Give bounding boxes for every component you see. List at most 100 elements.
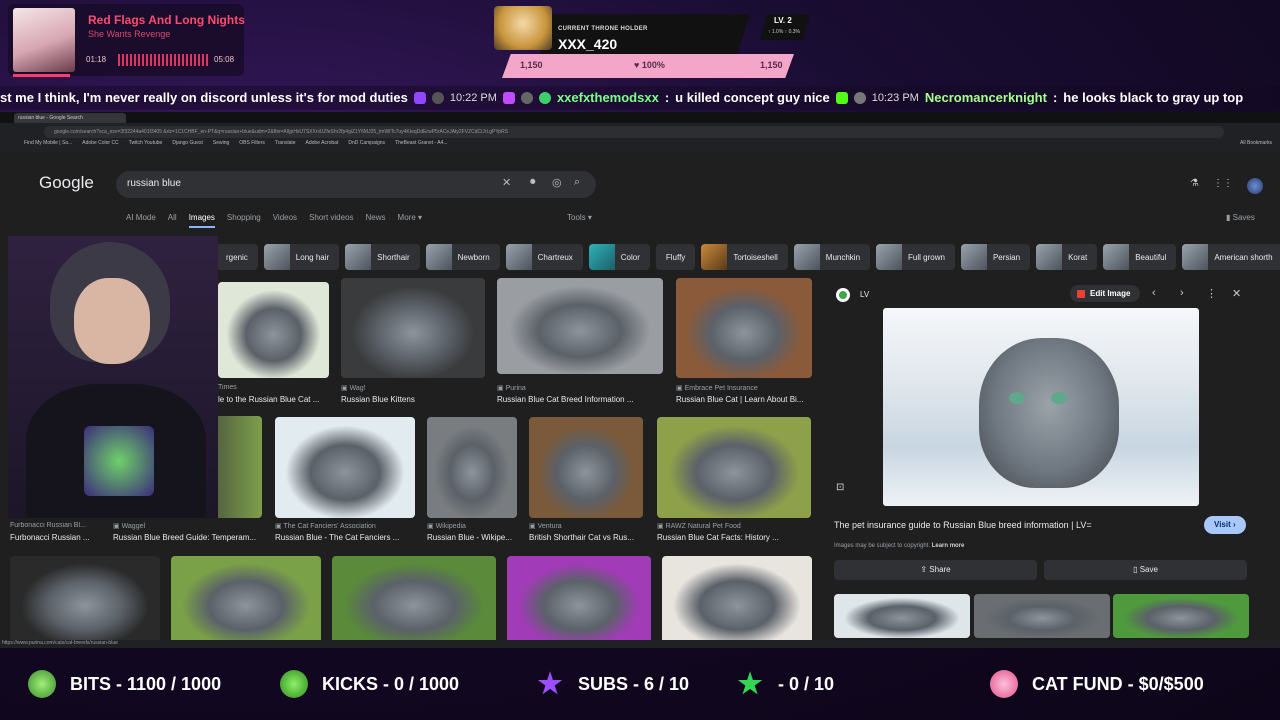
chip[interactable]: Newborn	[425, 244, 500, 270]
site-name[interactable]: LV	[860, 290, 869, 299]
bookmark[interactable]: OBS Filters	[239, 140, 265, 150]
webcam-overlay	[8, 236, 218, 518]
bookmarks-bar: Find My Mobile | Sa... Adobe Color CC Tw…	[0, 140, 1280, 150]
chip[interactable]: Fluffy	[655, 244, 696, 270]
result-image[interactable]	[10, 556, 160, 646]
previous-icon[interactable]: ‹	[1152, 287, 1156, 299]
chip[interactable]: Full grown	[876, 244, 955, 270]
chip-label: Long hair	[295, 252, 330, 262]
result-image[interactable]	[341, 278, 485, 378]
clear-icon[interactable]: ✕	[502, 176, 511, 189]
google-logo[interactable]: Google	[39, 173, 94, 193]
result-image[interactable]	[657, 417, 811, 518]
chip[interactable]: Tortoiseshell	[701, 244, 788, 270]
lens-search-icon[interactable]: ⊡	[836, 482, 850, 496]
chip[interactable]: Long hair	[263, 244, 340, 270]
chip[interactable]: Beautiful	[1103, 244, 1177, 270]
address-bar[interactable]: google.com/search?sca_esv=3f32244a401f34…	[44, 126, 1224, 138]
saves-link[interactable]: ▮ Saves	[1226, 213, 1255, 222]
chip[interactable]: Persian	[960, 244, 1031, 270]
result-image[interactable]	[218, 282, 329, 378]
chip[interactable]: American shorth	[1182, 244, 1280, 270]
share-button[interactable]: ⇪ Share	[834, 560, 1037, 580]
result-title[interactable]: British Shorthair Cat vs Rus...	[529, 533, 643, 542]
learn-more-link[interactable]: Learn more	[932, 543, 965, 549]
tab-images[interactable]: Images	[188, 213, 215, 228]
result-title[interactable]: Furbonacci Russian ...	[10, 533, 110, 542]
result-title[interactable]: Russian Blue Cat Facts: History ...	[657, 533, 811, 542]
related-image[interactable]	[974, 594, 1110, 638]
bookmark[interactable]: Adobe Color CC	[82, 140, 118, 150]
chip-label: Color	[620, 252, 640, 262]
result-title[interactable]: le to the Russian Blue Cat ...	[218, 395, 329, 404]
edit-image-button[interactable]: Edit Image	[1070, 285, 1141, 302]
search-input[interactable]: russian blue ✕ ⏺ ◎ ⌕	[116, 171, 596, 198]
bookmark[interactable]: Sewing	[213, 140, 229, 150]
all-bookmarks[interactable]: All Bookmarks	[1240, 140, 1280, 150]
lens-icon[interactable]: ◎	[552, 176, 562, 189]
result-image[interactable]	[275, 417, 415, 518]
bookmark[interactable]: Django Guest	[172, 140, 203, 150]
result-image[interactable]	[507, 556, 651, 646]
result-image[interactable]	[529, 417, 643, 518]
bookmark[interactable]: TheBeast Granet - A4...	[395, 140, 448, 150]
related-image[interactable]	[1113, 594, 1249, 638]
mic-icon[interactable]: ⏺	[530, 176, 536, 189]
tools-button[interactable]: Tools ▾	[567, 213, 592, 222]
chip[interactable]: Munchkin	[793, 244, 871, 270]
bookmark[interactable]: Find My Mobile | Sa...	[24, 140, 72, 150]
bookmark[interactable]: DnD Campaigns	[348, 140, 385, 150]
chip[interactable]: Korat	[1036, 244, 1098, 270]
tab-more[interactable]: More ▾	[398, 213, 422, 228]
result-title[interactable]: Russian Blue Breed Guide: Temperam...	[113, 533, 263, 542]
tab-news[interactable]: News	[366, 213, 386, 228]
chip-label: Munchkin	[825, 252, 861, 262]
result-image[interactable]	[332, 556, 496, 646]
result-image[interactable]	[662, 556, 812, 646]
close-icon[interactable]: ✕	[1232, 287, 1241, 300]
waveform	[118, 54, 208, 66]
result-image[interactable]	[676, 278, 812, 378]
apps-grid-icon[interactable]: ⋮⋮	[1213, 178, 1233, 194]
account-avatar[interactable]	[1246, 178, 1263, 194]
labs-icon[interactable]: ⚗	[1190, 178, 1199, 194]
preview-image[interactable]	[883, 308, 1199, 506]
tab-all[interactable]: All	[168, 213, 177, 228]
chat-time: 10:22 PM	[449, 91, 497, 104]
result-title[interactable]: Russian Blue Cat | Learn About Bi...	[676, 395, 812, 404]
save-button[interactable]: ▯ Save	[1044, 560, 1247, 580]
search-icon[interactable]: ⌕	[574, 176, 580, 189]
result-title[interactable]: Russian Blue - The Cat Fanciers ...	[275, 533, 415, 542]
preview-title[interactable]: The pet insurance guide to Russian Blue …	[834, 520, 1092, 530]
more-options-icon[interactable]: ⋮	[1206, 287, 1217, 300]
result-image[interactable]	[171, 556, 321, 646]
chip[interactable]: Color	[588, 244, 650, 270]
browser-tab[interactable]: russian blue - Google Search	[14, 113, 126, 123]
goal-kick-subs: ★ - 0 / 10	[736, 670, 834, 698]
search-tabs: AI Mode All Images Shopping Videos Short…	[126, 213, 422, 228]
chip-label: Persian	[992, 252, 1021, 262]
result-title[interactable]: Russian Blue Kittens	[341, 395, 485, 404]
goal-label: BITS - 1100 / 1000	[70, 673, 222, 694]
tab-shopping[interactable]: Shopping	[227, 213, 261, 228]
bookmark[interactable]: Adobe Acrobat	[306, 140, 339, 150]
tab-short-videos[interactable]: Short videos	[309, 213, 353, 228]
tab-videos[interactable]: Videos	[273, 213, 297, 228]
result-image[interactable]	[427, 417, 517, 518]
chat-colon: :	[1052, 90, 1058, 105]
chip[interactable]: rgenic	[216, 244, 258, 270]
tab-ai-mode[interactable]: AI Mode	[126, 213, 156, 228]
chip[interactable]: Chartreux	[505, 244, 583, 270]
bookmark[interactable]: Twitch Youtube	[129, 140, 163, 150]
result-title[interactable]: Russian Blue Cat Breed Information ...	[497, 395, 637, 404]
bookmark[interactable]: Translate	[275, 140, 296, 150]
chip-thumb	[1036, 244, 1063, 270]
visit-button[interactable]: Visit ›	[1204, 516, 1246, 534]
result-title[interactable]: Russian Blue - Wikipe...	[427, 533, 517, 542]
copyright-note: Images may be subject to copyright. Lear…	[834, 543, 964, 549]
next-icon[interactable]: ›	[1180, 287, 1184, 299]
related-image[interactable]	[834, 594, 970, 638]
chip[interactable]: Shorthair	[345, 244, 420, 270]
playback-progress	[13, 74, 70, 77]
result-image[interactable]	[497, 278, 663, 374]
